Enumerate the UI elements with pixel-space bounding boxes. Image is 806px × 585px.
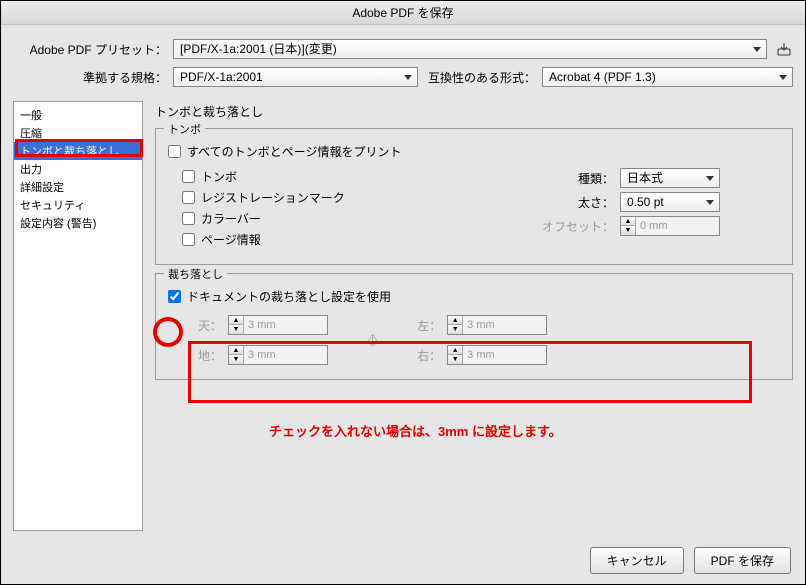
link-icon[interactable]: ⦽ xyxy=(368,332,377,349)
type-select[interactable]: 日本式 xyxy=(620,168,720,188)
tombo-fieldset: トンボ すべてのトンボとページ情報をプリント トンボ レジストレーションマーク … xyxy=(155,128,793,265)
use-doc-bleed-checkbox[interactable] xyxy=(168,290,181,303)
offset-field: ▲▼ 0 mm xyxy=(620,216,720,236)
dialog-window: Adobe PDF を保存 Adobe PDF プリセット： [PDF/X-1a… xyxy=(0,0,806,585)
use-doc-bleed-label: ドキュメントの裁ち落とし設定を使用 xyxy=(187,288,391,305)
standard-select[interactable]: PDF/X-1a:2001 xyxy=(173,67,418,87)
sidebar-item-marks-bleed[interactable]: トンボと裁ち落とし xyxy=(14,142,142,160)
colorbar-label: カラーバー xyxy=(201,210,261,227)
sidebar-item-compression[interactable]: 圧縮 xyxy=(14,124,142,142)
sidebar-item-summary[interactable]: 設定内容 (警告) xyxy=(14,214,142,232)
pageinfo-label: ページ情報 xyxy=(201,231,261,248)
sidebar-item-output[interactable]: 出力 xyxy=(14,160,142,178)
type-value: 日本式 xyxy=(627,171,663,185)
sidebar-item-general[interactable]: 一般 xyxy=(14,106,142,124)
compat-select[interactable]: Acrobat 4 (PDF 1.3) xyxy=(542,67,793,87)
weight-value: 0.50 pt xyxy=(627,195,664,209)
offset-label: オフセット： xyxy=(542,218,614,235)
annotation-note: チェックを入れない場合は、3mm に設定します。 xyxy=(269,421,562,440)
stepper-icon: ▲▼ xyxy=(621,217,636,235)
bleed-bottom-field: ▲▼3 mm xyxy=(228,345,328,365)
colorbar-checkbox[interactable] xyxy=(182,212,195,225)
standard-label: 準拠する規格： xyxy=(13,69,173,86)
titlebar: Adobe PDF を保存 xyxy=(1,1,805,25)
reg-checkbox[interactable] xyxy=(182,191,195,204)
marks-checkbox[interactable] xyxy=(182,170,195,183)
bleed-grid: 天： ▲▼3 mm 地： ▲▼3 mm ⦽ 左： ▲▼3 mm xyxy=(168,309,780,367)
offset-value: 0 mm xyxy=(636,220,668,232)
sidebar: 一般 圧縮 トンボと裁ち落とし 出力 詳細設定 セキュリティ 設定内容 (警告) xyxy=(13,101,143,531)
footer: キャンセル PDF を保存 xyxy=(590,547,791,574)
bleed-bottom-label: 地： xyxy=(198,347,222,364)
save-pdf-button[interactable]: PDF を保存 xyxy=(694,547,791,574)
preset-value: [PDF/X-1a:2001 (日本)](変更) xyxy=(180,42,337,56)
preset-label: Adobe PDF プリセット： xyxy=(13,41,173,58)
tombo-legend: トンボ xyxy=(164,121,205,137)
pageinfo-checkbox[interactable] xyxy=(182,233,195,246)
preset-select[interactable]: [PDF/X-1a:2001 (日本)](変更) xyxy=(173,39,767,59)
bleed-fieldset: 裁ち落とし ドキュメントの裁ち落とし設定を使用 天： ▲▼3 mm 地： ▲▼3… xyxy=(155,273,793,380)
content-panel: トンボと裁ち落とし トンボ すべてのトンボとページ情報をプリント トンボ レジス… xyxy=(143,101,793,531)
print-all-label: すべてのトンボとページ情報をプリント xyxy=(187,143,401,160)
sidebar-item-advanced[interactable]: 詳細設定 xyxy=(14,178,142,196)
weight-label: 太さ： xyxy=(578,194,614,211)
bleed-legend: 裁ち落とし xyxy=(164,266,227,282)
compat-value: Acrobat 4 (PDF 1.3) xyxy=(549,70,656,84)
standard-value: PDF/X-1a:2001 xyxy=(180,70,263,84)
sidebar-item-security[interactable]: セキュリティ xyxy=(14,196,142,214)
top-area: Adobe PDF プリセット： [PDF/X-1a:2001 (日本)](変更… xyxy=(1,25,805,101)
marks-label: トンボ xyxy=(201,168,237,185)
compat-label: 互換性のある形式： xyxy=(418,69,542,86)
bleed-left-label: 左： xyxy=(417,317,441,334)
bleed-top-label: 天： xyxy=(198,317,222,334)
reg-label: レジストレーションマーク xyxy=(201,189,345,206)
bleed-left-field: ▲▼3 mm xyxy=(447,315,547,335)
save-preset-icon[interactable] xyxy=(775,40,793,58)
type-label: 種類： xyxy=(578,170,614,187)
cancel-button[interactable]: キャンセル xyxy=(590,547,684,574)
section-title: トンボと裁ち落とし xyxy=(155,103,793,120)
bleed-right-field: ▲▼3 mm xyxy=(447,345,547,365)
print-all-checkbox[interactable] xyxy=(168,145,181,158)
main-area: 一般 圧縮 トンボと裁ち落とし 出力 詳細設定 セキュリティ 設定内容 (警告)… xyxy=(1,101,805,531)
bleed-right-label: 右： xyxy=(417,347,441,364)
bleed-top-field: ▲▼3 mm xyxy=(228,315,328,335)
weight-select[interactable]: 0.50 pt xyxy=(620,192,720,212)
window-title: Adobe PDF を保存 xyxy=(352,6,453,20)
